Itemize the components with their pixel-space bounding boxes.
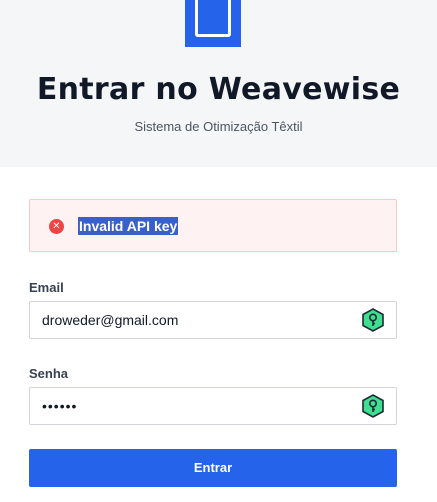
error-message: Invalid API key	[78, 217, 179, 235]
password-manager-key-icon[interactable]	[361, 308, 385, 332]
password-label: Senha	[29, 366, 69, 381]
password-manager-key-icon[interactable]	[361, 394, 385, 418]
error-circle-icon: ✕	[49, 219, 64, 234]
page-subtitle: Sistema de Otimização Têxtil	[134, 119, 303, 134]
page-title: Entrar no Weavewise	[36, 72, 401, 107]
app-logo-icon	[185, 0, 241, 47]
error-alert: ✕ Invalid API key	[29, 199, 397, 252]
email-label: Email	[29, 280, 64, 295]
password-value: ••••••	[42, 398, 78, 414]
email-value: droweder@gmail.com	[42, 312, 179, 328]
submit-button[interactable]: Entrar	[29, 449, 397, 487]
email-field[interactable]: droweder@gmail.com	[29, 301, 397, 339]
login-header: Entrar no Weavewise Sistema de Otimizaçã…	[0, 0, 437, 167]
password-field[interactable]: ••••••	[29, 387, 397, 425]
